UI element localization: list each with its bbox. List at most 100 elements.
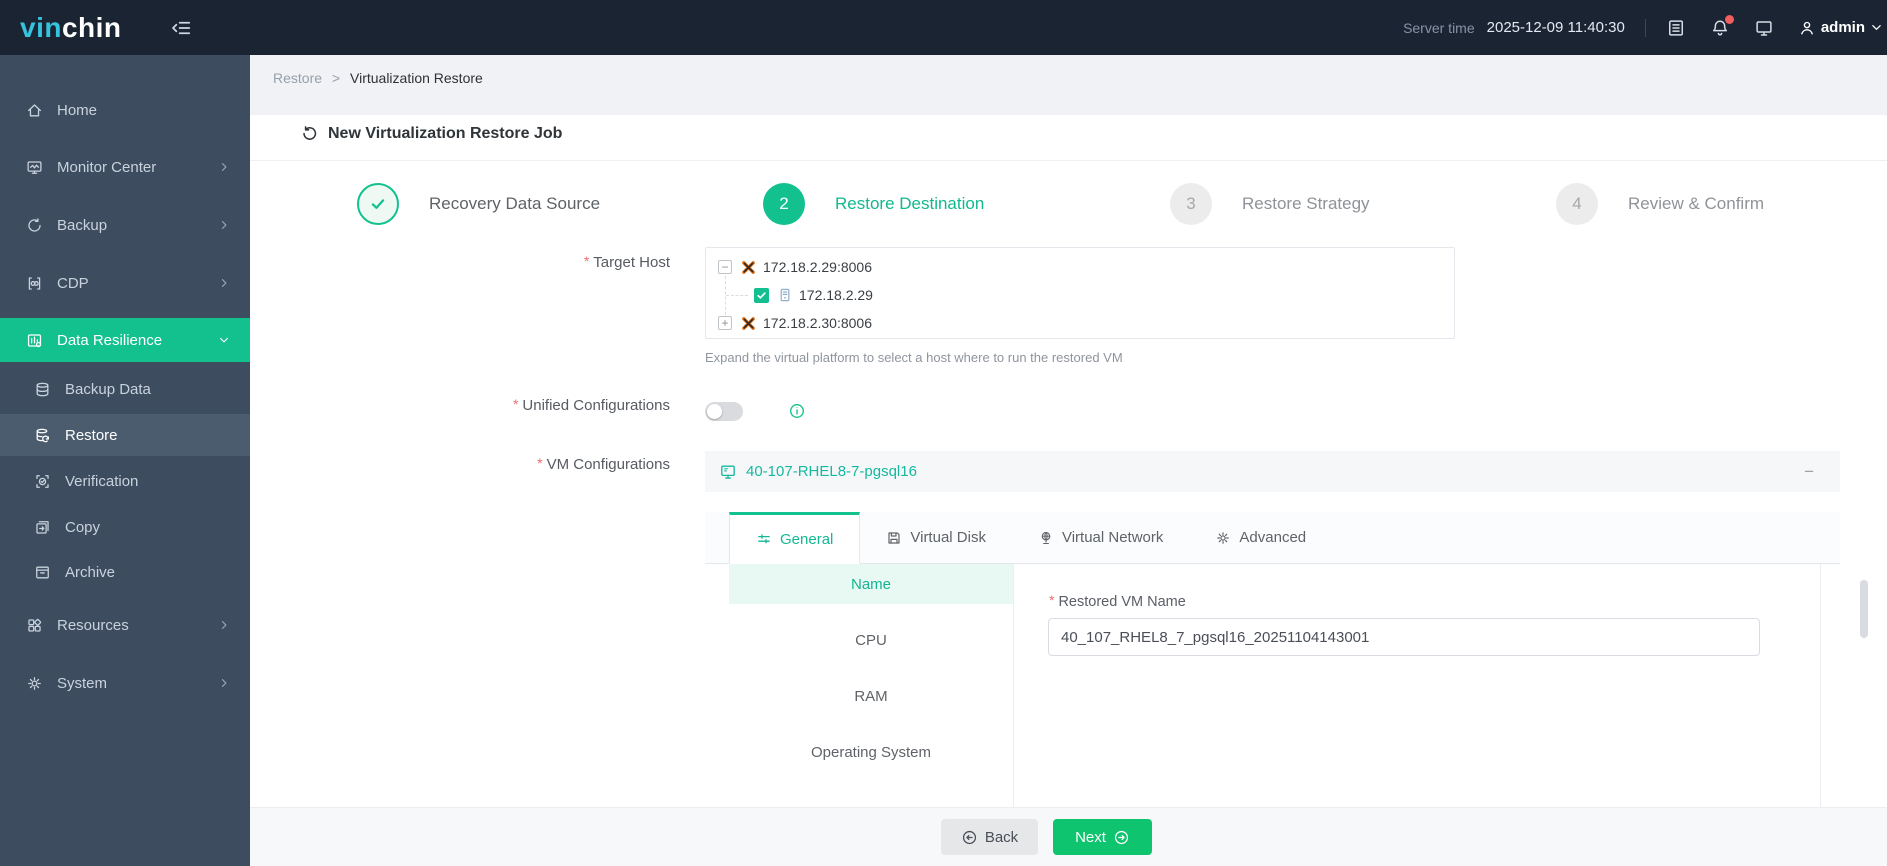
sidebar-item-copy[interactable]: Copy (0, 506, 250, 548)
logo-text-secondary: chin (61, 11, 122, 43)
sidebar-item-system[interactable]: System (0, 661, 250, 705)
chevron-down-icon (218, 334, 230, 346)
vm-settings-nav: Name CPU RAM Operating System (729, 564, 1013, 788)
log-icon[interactable] (1666, 18, 1686, 38)
sidebar-item-backup[interactable]: Backup (0, 203, 250, 247)
data-resilience-icon (26, 332, 43, 349)
tab-general[interactable]: General (729, 512, 861, 564)
settings-nav-ram[interactable]: RAM (729, 676, 1013, 716)
settings-nav-operating-system[interactable]: Operating System (729, 732, 1013, 772)
sidebar-item-label: Restore (65, 426, 118, 444)
collapse-expander-icon[interactable]: − (718, 260, 732, 274)
vm-name: 40-107-RHEL8-7-pgsql16 (746, 463, 917, 480)
sidebar-fold-icon[interactable] (170, 17, 192, 39)
server-time-value: 2025-12-09 11:40:30 (1486, 19, 1625, 36)
chevron-right-icon (218, 619, 230, 631)
resources-icon (26, 617, 43, 634)
sidebar-item-home[interactable]: Home (0, 88, 250, 132)
check-icon (371, 199, 385, 209)
sidebar-item-label: System (57, 674, 108, 692)
sidebar-item-verification[interactable]: Verification (0, 460, 250, 502)
step-1-recovery-data-source: Recovery Data Source (357, 183, 600, 225)
chevron-right-icon (218, 677, 230, 689)
tree-node-platform-1[interactable]: − 172.18.2.29:8006 (718, 256, 872, 278)
sidebar-item-monitor-center[interactable]: Monitor Center (0, 145, 250, 189)
sidebar-item-restore[interactable]: Restore (0, 414, 250, 456)
copy-icon (34, 519, 51, 536)
vm-config-tabs: General Virtual Disk Virtual Network Adv… (705, 512, 1840, 564)
sidebar-item-label: Archive (65, 563, 116, 581)
tree-node-label: 172.18.2.30:8006 (763, 315, 872, 331)
tab-virtual-disk[interactable]: Virtual Disk (860, 512, 1012, 563)
expand-expander-icon[interactable]: + (718, 316, 732, 330)
monitor-center-icon (26, 159, 43, 176)
back-button[interactable]: Back (941, 819, 1038, 855)
sidebar: Home Monitor Center Backup CDP Data Resi… (0, 55, 250, 866)
toggle-knob (707, 404, 722, 419)
wizard-footer: Back Next (250, 807, 1887, 866)
title-divider (250, 160, 1887, 161)
sliders-icon (758, 534, 770, 544)
globe-network-icon (1041, 531, 1051, 544)
step-label: Recovery Data Source (429, 194, 601, 213)
step-3-restore-strategy: 3 Restore Strategy (1170, 183, 1370, 225)
gear-icon (26, 675, 43, 692)
sidebar-item-label: Monitor Center (57, 158, 157, 176)
arrow-right-circle-icon (1114, 830, 1129, 844)
step-1-circle (357, 183, 399, 225)
page-scrollbar-thumb[interactable] (1860, 580, 1868, 638)
disk-icon (888, 531, 900, 544)
logo-text-primary: vin (20, 11, 62, 43)
proxmox-icon (740, 259, 757, 276)
chevron-right-icon (218, 219, 230, 231)
settings-nav-cpu[interactable]: CPU (729, 620, 1013, 660)
sidebar-item-label: Backup Data (65, 380, 151, 398)
checkbox-checked[interactable] (754, 287, 769, 303)
restored-vm-name-input[interactable] (1048, 618, 1760, 656)
breadcrumb-current: Virtualization Restore (350, 70, 483, 86)
unified-configurations-toggle[interactable] (705, 402, 743, 421)
target-host-tree: − 172.18.2.29:8006 172.18.2.29 + 172.18.… (705, 247, 1455, 339)
info-icon[interactable] (788, 402, 806, 420)
sidebar-item-label: Backup (57, 216, 108, 234)
sidebar-item-label: Data Resilience (57, 331, 163, 349)
tab-virtual-network[interactable]: Virtual Network (1012, 512, 1189, 563)
sidebar-item-backup-data[interactable]: Backup Data (0, 368, 250, 410)
step-2-restore-destination: 2 Restore Destination (763, 183, 984, 225)
backup-icon (26, 217, 43, 234)
settings-nav-name[interactable]: Name (729, 564, 1013, 604)
sidebar-item-resources[interactable]: Resources (0, 603, 250, 647)
sidebar-item-data-resilience[interactable]: Data Resilience (0, 318, 250, 362)
step-3-circle: 3 (1170, 183, 1212, 225)
bell-icon[interactable] (1710, 14, 1734, 38)
collapse-panel-icon[interactable]: − (1804, 462, 1814, 482)
restore-icon (34, 427, 51, 444)
breadcrumb-separator: > (331, 70, 341, 86)
sidebar-item-label: CDP (57, 274, 89, 292)
host-icon (777, 287, 793, 303)
step-label: Restore Strategy (1242, 194, 1370, 213)
sidebar-item-archive[interactable]: Archive (0, 551, 250, 593)
sidebar-item-label: Verification (65, 472, 139, 490)
console-monitor-icon[interactable] (1754, 18, 1774, 38)
page-title: New Virtualization Restore Job (300, 124, 562, 143)
target-host-label: * Target Host (583, 253, 670, 271)
arrow-left-circle-icon (962, 830, 976, 844)
server-time-label: Server time (1403, 19, 1475, 36)
cdp-icon (26, 275, 43, 292)
breadcrumb-parent[interactable]: Restore (273, 70, 322, 86)
step-4-review-confirm: 4 Review & Confirm (1556, 183, 1764, 225)
tree-connector (726, 295, 748, 296)
proxmox-icon (740, 315, 757, 332)
next-button[interactable]: Next (1053, 819, 1152, 855)
user-menu[interactable]: admin (1798, 19, 1883, 37)
sidebar-item-cdp[interactable]: CDP (0, 261, 250, 305)
restore-title-icon (303, 126, 317, 140)
user-icon (1800, 21, 1813, 35)
vm-configurations-panel: 40-107-RHEL8-7-pgsql16 − General Virtual… (705, 451, 1840, 866)
vm-panel-header[interactable]: 40-107-RHEL8-7-pgsql16 − (705, 451, 1840, 492)
tab-advanced[interactable]: Advanced (1189, 512, 1332, 563)
tree-node-host[interactable]: 172.18.2.29 (754, 284, 873, 306)
tree-node-label: 172.18.2.29:8006 (763, 259, 872, 275)
tree-node-platform-2[interactable]: + 172.18.2.30:8006 (718, 312, 872, 334)
